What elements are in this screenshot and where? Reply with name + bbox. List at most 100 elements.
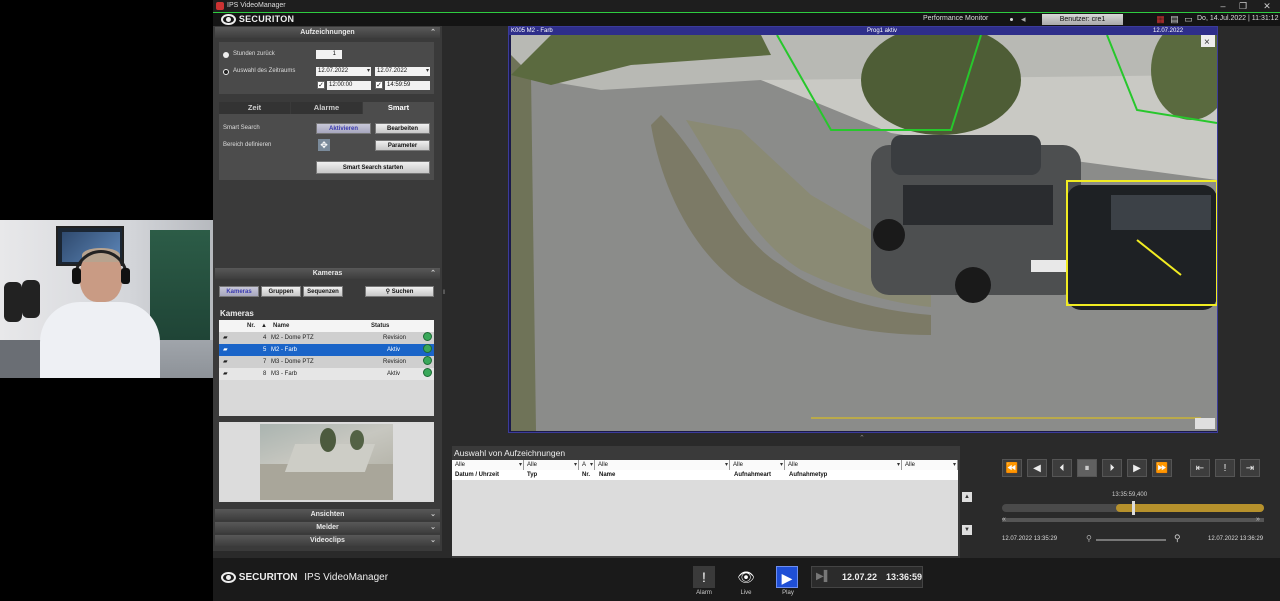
minimize-button[interactable]: – [1213,0,1233,12]
col-nr[interactable]: Nr. [247,320,255,332]
camera-status: Aktiv [387,371,401,377]
filter-recording-kind[interactable]: Alle [730,460,785,470]
define-area-label: Bereich definieren [223,142,272,148]
tab-zeit[interactable]: Zeit [219,102,290,114]
status-ok-icon [423,332,432,341]
datetime-display[interactable]: ▶▌ 12.07.22 13:36:59 [811,566,923,588]
edit-button[interactable]: Bearbeiten [375,123,430,134]
time-range-radio[interactable] [223,69,229,75]
start-smart-search-button[interactable]: Smart Search starten [316,161,430,174]
col-name[interactable]: Name [273,320,289,332]
views-title: Ansichten [310,511,345,518]
step-forward-button[interactable]: ▶ [1127,459,1147,477]
timeline-overview[interactable] [1002,518,1264,522]
hours-back-radio[interactable] [223,52,229,58]
zoom-slider[interactable] [1096,539,1166,541]
search-button[interactable]: ⚲ Suchen [365,286,434,297]
fast-forward-button[interactable]: ⏩ [1152,459,1172,477]
camera-nr: 8 [263,371,267,377]
tab-cameras[interactable]: Kameras [219,286,259,297]
col-recording-kind[interactable]: Aufnahmeart [734,470,771,480]
maximize-button[interactable]: ❐ [1233,0,1253,12]
col-type[interactable]: Typ [527,470,537,480]
recording-selection-title: Auswahl von Aufzeichnungen [454,448,566,458]
scroll-up-button[interactable]: ▲ [962,492,972,502]
tab-alarme[interactable]: Alarme [291,102,362,114]
time-to-checkbox[interactable]: ✓ [375,81,383,89]
recordings-header[interactable]: Aufzeichnungen ⌃ [215,27,440,38]
filter-recording-type[interactable]: Alle [785,460,902,470]
timeline-playhead[interactable] [1132,501,1135,515]
tab-sequences[interactable]: Sequenzen [303,286,343,297]
reverse-play-button[interactable]: ⏴ [1052,459,1072,477]
tab-groups[interactable]: Gruppen [261,286,301,297]
zoom-out-icon[interactable]: ⚲ [1086,534,1092,543]
filter-extra[interactable]: Alle [902,460,958,470]
expand-icon[interactable]: ⌄ [430,522,436,533]
date-to-picker[interactable]: 12.07.2022 [375,67,430,76]
fast-rewind-button[interactable]: ⏪ [1002,459,1022,477]
expand-icon[interactable]: ⌄ [430,509,436,520]
play-icon[interactable]: ▶ [776,566,798,588]
step-back-button[interactable]: ◀ [1027,459,1047,477]
col-datetime[interactable]: Datum / Uhrzeit [455,470,499,480]
camera-row-selected[interactable]: ▰ 5 M2 - Farb Aktiv [219,344,434,356]
timeline-left-arrow[interactable]: « [1002,516,1006,523]
display-date: 12.07.22 [842,572,878,582]
filter-type[interactable]: Alle [524,460,579,470]
views-header[interactable]: Ansichten ⌄ [215,509,440,520]
alarm-icon[interactable]: ! [693,566,715,588]
hours-back-input[interactable]: 1 [316,50,342,59]
time-to-input[interactable]: 14:59:59 [385,81,430,90]
grid-icon[interactable]: ▦ [1155,14,1166,25]
tab-smart[interactable]: Smart [363,102,434,114]
time-from-checkbox[interactable]: ✓ [317,81,325,89]
filter-date[interactable]: Alle [452,460,524,470]
video-view[interactable]: K005 M2 - Farb Prog1 aktiv 12.07.2022 13… [508,26,1218,433]
alarm-marker-button[interactable]: ! [1215,459,1235,477]
prev-alarm-button[interactable]: ⇤ [1190,459,1210,477]
window-title: IPS VideoManager [227,2,286,9]
detectors-header[interactable]: Melder ⌄ [215,522,440,533]
splitter-handle[interactable]: ⌃ [859,434,865,442]
filter-nr[interactable]: A [579,460,595,470]
panel-splitter[interactable]: ‖ [443,290,446,296]
camera-row[interactable]: ▰ 7 M3 - Dome PTZ Revision [219,356,434,368]
headset-ear [121,268,130,284]
camera-row[interactable]: ▰ 8 M3 - Farb Aktiv [219,368,434,380]
camera-row[interactable]: ▰ 4 M2 - Dome PTZ Revision [219,332,434,344]
layout-icon[interactable]: ▤ [1169,14,1180,25]
play-forward-button[interactable]: ⏵ [1102,459,1122,477]
col-recording-type[interactable]: Aufnahmetyp [789,470,827,480]
col-status[interactable]: Status [371,320,389,332]
video-frame: × [511,35,1217,431]
col-number[interactable]: Nr. [582,470,590,480]
col-name[interactable]: Name [599,470,615,480]
timeline-fill [1116,504,1264,512]
cameras-header[interactable]: Kameras ⌃ [215,268,440,279]
activate-button[interactable]: Aktivieren [316,123,371,134]
close-button[interactable]: ✕ [1257,0,1277,12]
parameter-button[interactable]: Parameter [375,140,430,151]
speaker-icon[interactable]: ◂ [1021,14,1035,25]
status-ok-icon [423,368,432,377]
collapse-icon[interactable]: ⌃ [430,27,436,38]
live-eye-icon[interactable]: 👁 [735,566,757,588]
filter-name[interactable]: Alle [595,460,730,470]
webcam-overlay [0,220,213,378]
timeline-right-arrow[interactable]: » [1256,516,1260,523]
move-area-icon[interactable]: ✥ [318,139,330,151]
next-alarm-button[interactable]: ⇥ [1240,459,1260,477]
collapse-icon[interactable]: ⌃ [430,268,436,279]
pause-button[interactable]: ⏸ [1077,459,1097,477]
performance-monitor-link[interactable]: Performance Monitor [923,15,988,22]
date-from-picker[interactable]: 12.07.2022 [316,67,371,76]
time-from-input[interactable]: 12:00:00 [327,81,371,90]
time-range-box: Stunden zurück 1 Auswahl des Zeitraums 1… [219,42,434,94]
user-button[interactable]: Benutzer: cre1 [1042,14,1123,25]
expand-icon[interactable]: ⌄ [430,535,436,546]
scroll-down-button[interactable]: ▼ [962,525,972,535]
monitor-icon[interactable]: ▭ [1183,14,1194,25]
videoclips-header[interactable]: Videoclips ⌄ [215,535,440,546]
zoom-in-icon[interactable]: ⚲ [1174,533,1181,544]
